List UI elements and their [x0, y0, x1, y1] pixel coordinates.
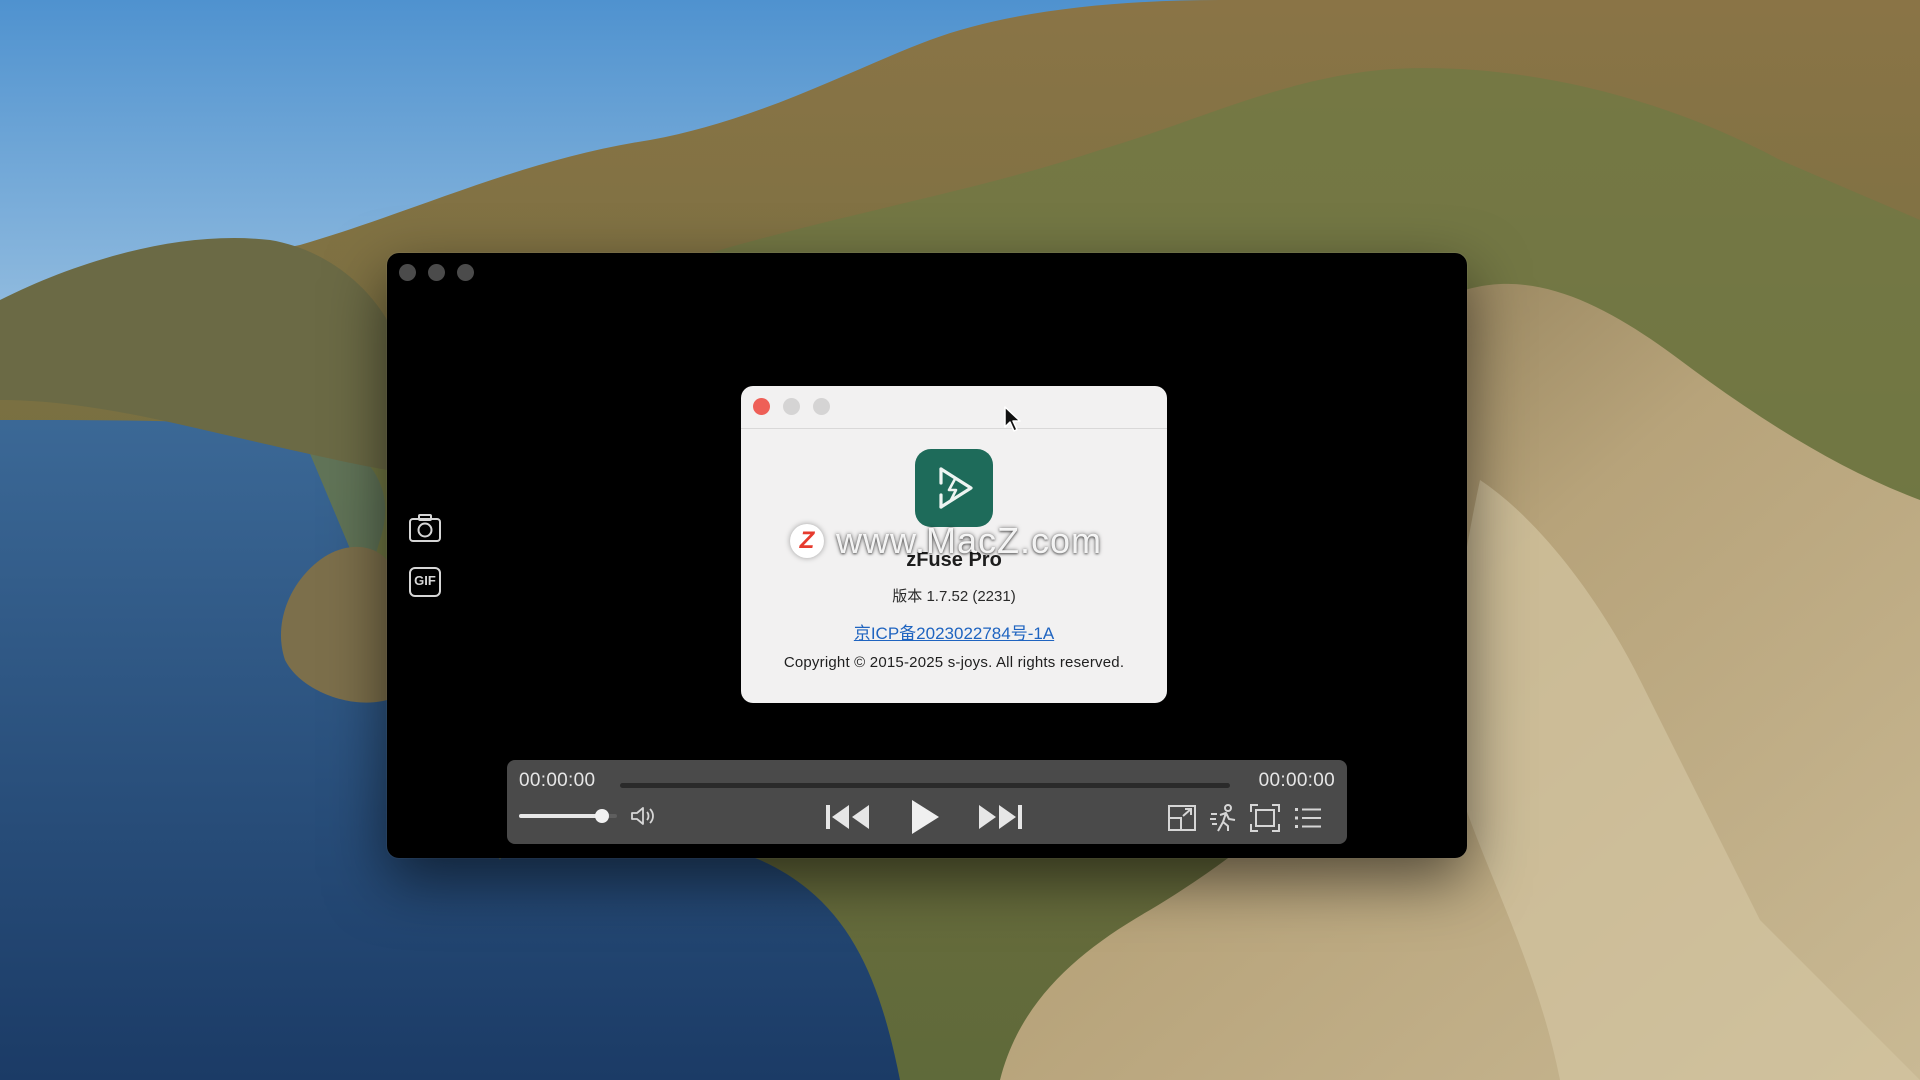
gif-icon: GIF [408, 566, 442, 598]
mouse-cursor-icon [1003, 405, 1023, 438]
about-titlebar [741, 386, 1167, 429]
list-icon [1293, 805, 1323, 831]
pip-button[interactable] [1166, 803, 1198, 833]
watermark-logo: Z [790, 524, 824, 558]
volume-slider[interactable] [519, 809, 617, 823]
copyright-text: Copyright © 2015-2025 s-joys. All rights… [783, 654, 1125, 671]
screenshot-button[interactable] [408, 511, 442, 545]
watermark-logo-letter: Z [799, 527, 815, 554]
speaker-icon [630, 805, 656, 827]
volume-button[interactable] [630, 804, 656, 828]
total-time: 00:00:00 [1258, 770, 1335, 791]
skip-back-icon [824, 802, 874, 832]
close-button[interactable] [399, 264, 416, 281]
play-icon [909, 798, 941, 836]
icp-link[interactable]: 京ICP备2023022784号-1A [741, 619, 1167, 644]
about-zoom-button [813, 398, 830, 415]
skip-back-button[interactable] [824, 801, 874, 833]
fullscreen-button[interactable] [1249, 803, 1281, 833]
speed-button[interactable] [1208, 803, 1240, 833]
app-icon [915, 449, 993, 527]
progress-bar[interactable] [620, 783, 1230, 788]
about-close-button[interactable] [753, 398, 770, 415]
zoom-button[interactable] [457, 264, 474, 281]
skip-forward-button[interactable] [974, 801, 1024, 833]
minimize-button[interactable] [428, 264, 445, 281]
fullscreen-icon [1250, 804, 1280, 832]
app-version: 版本 1.7.52 (2231) [892, 588, 1016, 605]
playback-control-bar: 00:00:00 00:00:00 [507, 760, 1347, 844]
watermark-text: www.MacZ.com [836, 520, 1103, 561]
skip-forward-icon [974, 802, 1024, 832]
watermark: Z www.MacZ.com [790, 520, 1102, 562]
playlist-button[interactable] [1292, 803, 1324, 833]
play-logo-icon [939, 467, 973, 509]
about-window-buttons [753, 398, 830, 415]
volume-knob[interactable] [595, 809, 610, 823]
current-time: 00:00:00 [519, 770, 596, 791]
play-button[interactable] [907, 797, 943, 837]
about-minimize-button [783, 398, 800, 415]
volume-fill [519, 814, 603, 818]
gif-label: GIF [414, 573, 436, 588]
gif-button[interactable]: GIF [408, 565, 442, 599]
camera-icon [408, 513, 442, 543]
picture-in-picture-icon [1167, 804, 1197, 832]
player-window-buttons [399, 264, 474, 281]
running-man-icon [1209, 804, 1239, 832]
